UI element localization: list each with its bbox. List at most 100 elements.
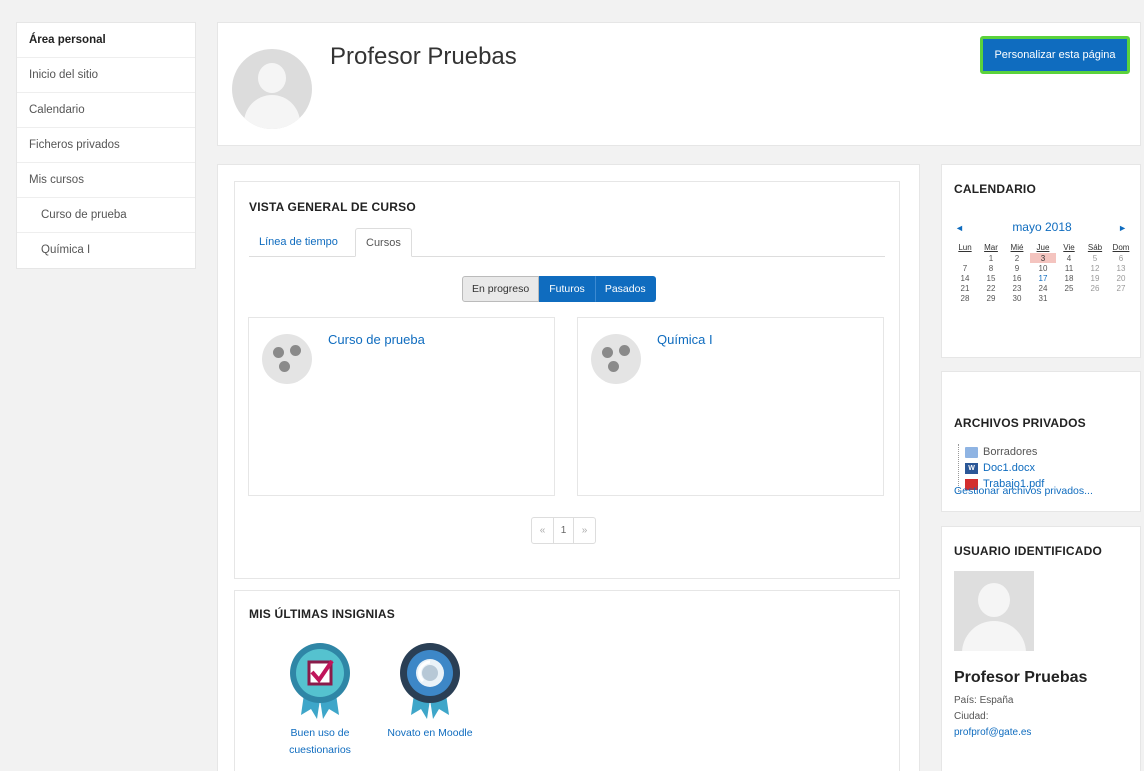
nav-item-inicio-sitio[interactable]: Inicio del sitio — [17, 58, 195, 93]
calendar-day: 22 — [986, 283, 996, 293]
calendar-day: 1 — [988, 253, 994, 263]
pagination: « 1 » — [531, 517, 596, 544]
course-icon — [262, 334, 312, 384]
nav-item-mis-cursos[interactable]: Mis cursos — [17, 163, 195, 198]
overview-tabs: Línea de tiempo Cursos — [249, 228, 885, 257]
calendar-month-link[interactable]: mayo 2018 — [942, 220, 1142, 234]
filter-future-button[interactable]: Futuros — [539, 276, 595, 302]
file-item[interactable]: W Doc1.docx — [965, 460, 1044, 476]
page-header: Profesor Pruebas Personalizar esta págin… — [217, 22, 1141, 146]
badge-label-line2: cuestionarios — [289, 744, 351, 756]
weekday-header: Lun — [958, 242, 972, 252]
calendar-block: CALENDARIO ◄ mayo 2018 ► Lun Mar Mié Jue… — [941, 164, 1141, 358]
folder-icon — [965, 446, 978, 458]
calendar-day: 18 — [1064, 273, 1074, 283]
nav-item-area-personal[interactable]: Área personal — [17, 23, 195, 58]
main-region: VISTA GENERAL DE CURSO Línea de tiempo C… — [217, 164, 920, 771]
pagination-page-button[interactable]: 1 — [553, 518, 574, 543]
weekday-header: Mié — [1010, 242, 1024, 252]
calendar-day: 4 — [1066, 253, 1072, 263]
badge-item[interactable]: Novato en Moodle — [375, 641, 485, 741]
calendar-day-today: 3 — [1030, 253, 1056, 263]
filter-in-progress-button[interactable]: En progreso — [462, 276, 540, 302]
calendar-day: 11 — [1064, 263, 1074, 273]
nav-item-ficheros-privados[interactable]: Ficheros privados — [17, 128, 195, 163]
course-link-curso-de-prueba[interactable]: Curso de prueba — [328, 332, 425, 347]
manage-private-files-link[interactable]: Gestionar archivos privados... — [954, 485, 1093, 497]
customize-page-button[interactable]: Personalizar esta página — [980, 36, 1130, 74]
calendar-day: 26 — [1090, 283, 1100, 293]
private-files-title: ARCHIVOS PRIVADOS — [954, 416, 1086, 430]
calendar-day: 6 — [1118, 253, 1124, 263]
tab-courses[interactable]: Cursos — [355, 228, 412, 257]
badge-label-line1: Novato en Moodle — [387, 727, 473, 739]
logged-in-user-title: USUARIO IDENTIFICADO — [954, 544, 1102, 558]
calendar-grid: Lun Mar Mié Jue Vie Sáb Dom 1 2 3 4 5 6 7 8 9 10 1… — [952, 241, 1134, 303]
calendar-day: 19 — [1090, 273, 1100, 283]
badge-item[interactable]: Buen uso de cuestionarios — [265, 641, 375, 758]
calendar-day: 27 — [1116, 283, 1126, 293]
calendar-day[interactable]: 17 — [1030, 273, 1056, 283]
calendar-day: 25 — [1064, 283, 1074, 293]
user-name: Profesor Pruebas — [954, 669, 1088, 686]
calendar-day: 21 — [960, 283, 970, 293]
calendar-day: 20 — [1116, 273, 1126, 283]
latest-badges-block: MIS ÚLTIMAS INSIGNIAS Buen uso de cuesti… — [234, 590, 900, 771]
calendar-day — [952, 253, 978, 263]
file-item[interactable]: Borradores — [965, 444, 1044, 460]
calendar-next-icon[interactable]: ► — [1118, 223, 1127, 233]
calendar-day: 15 — [986, 273, 996, 283]
calendar-day: 30 — [1012, 293, 1022, 303]
calendar-day: 14 — [960, 273, 970, 283]
calendar-day: 9 — [1014, 263, 1020, 273]
novice-badge-icon — [400, 643, 460, 719]
user-country: País: España — [954, 695, 1014, 706]
weekday-header: Dom — [1112, 242, 1130, 252]
course-card: Química I — [577, 317, 884, 496]
user-email-link[interactable]: profprof@gate.es — [954, 727, 1031, 738]
calendar-day: 28 — [960, 293, 970, 303]
pagination-next-button[interactable]: » — [574, 518, 595, 543]
user-picture[interactable] — [954, 571, 1034, 651]
weekday-header: Jue — [1036, 242, 1050, 252]
calendar-title: CALENDARIO — [954, 182, 1036, 196]
course-overview-block: VISTA GENERAL DE CURSO Línea de tiempo C… — [234, 181, 900, 579]
calendar-day: 2 — [1014, 253, 1020, 263]
course-overview-title: VISTA GENERAL DE CURSO — [249, 200, 416, 214]
calendar-day: 5 — [1092, 253, 1098, 263]
calendar-day: 23 — [1012, 283, 1022, 293]
latest-badges-title: MIS ÚLTIMAS INSIGNIAS — [249, 607, 395, 621]
avatar — [232, 49, 312, 129]
course-card: Curso de prueba — [248, 317, 555, 496]
page-title: Profesor Pruebas — [330, 43, 517, 70]
navigation-drawer: Área personal Inicio del sitio Calendari… — [16, 22, 196, 269]
weekday-header: Mar — [984, 242, 998, 252]
quiz-badge-icon — [290, 643, 350, 719]
calendar-day: 29 — [986, 293, 996, 303]
weekday-header: Sáb — [1087, 242, 1103, 252]
calendar-day: 12 — [1090, 263, 1100, 273]
calendar-day: 7 — [962, 263, 968, 273]
user-city: Ciudad: — [954, 711, 989, 722]
calendar-day: 24 — [1038, 283, 1048, 293]
file-name: Doc1.docx — [983, 462, 1035, 474]
calendar-day: 10 — [1038, 263, 1048, 273]
filter-past-button[interactable]: Pasados — [594, 276, 656, 302]
course-filter-group: En progreso Futuros Pasados — [462, 276, 656, 302]
course-icon — [591, 334, 641, 384]
badge-label-line1: Buen uso de — [290, 727, 350, 739]
tab-timeline[interactable]: Línea de tiempo — [249, 228, 348, 257]
nav-item-curso-de-prueba[interactable]: Curso de prueba — [17, 198, 195, 233]
nav-item-calendario[interactable]: Calendario — [17, 93, 195, 128]
course-link-quimica[interactable]: Química I — [657, 332, 713, 347]
weekday-header: Vie — [1063, 242, 1075, 252]
file-name: Borradores — [983, 446, 1038, 458]
calendar-day: 13 — [1116, 263, 1126, 273]
nav-item-quimica[interactable]: Química I — [17, 233, 195, 268]
pagination-prev-button[interactable]: « — [532, 518, 553, 543]
private-files-block: ARCHIVOS PRIVADOS Borradores W Doc1.docx… — [941, 371, 1141, 512]
calendar-day: 8 — [988, 263, 994, 273]
word-document-icon: W — [965, 462, 978, 474]
calendar-day: 31 — [1038, 293, 1048, 303]
calendar-day: 16 — [1012, 273, 1022, 283]
